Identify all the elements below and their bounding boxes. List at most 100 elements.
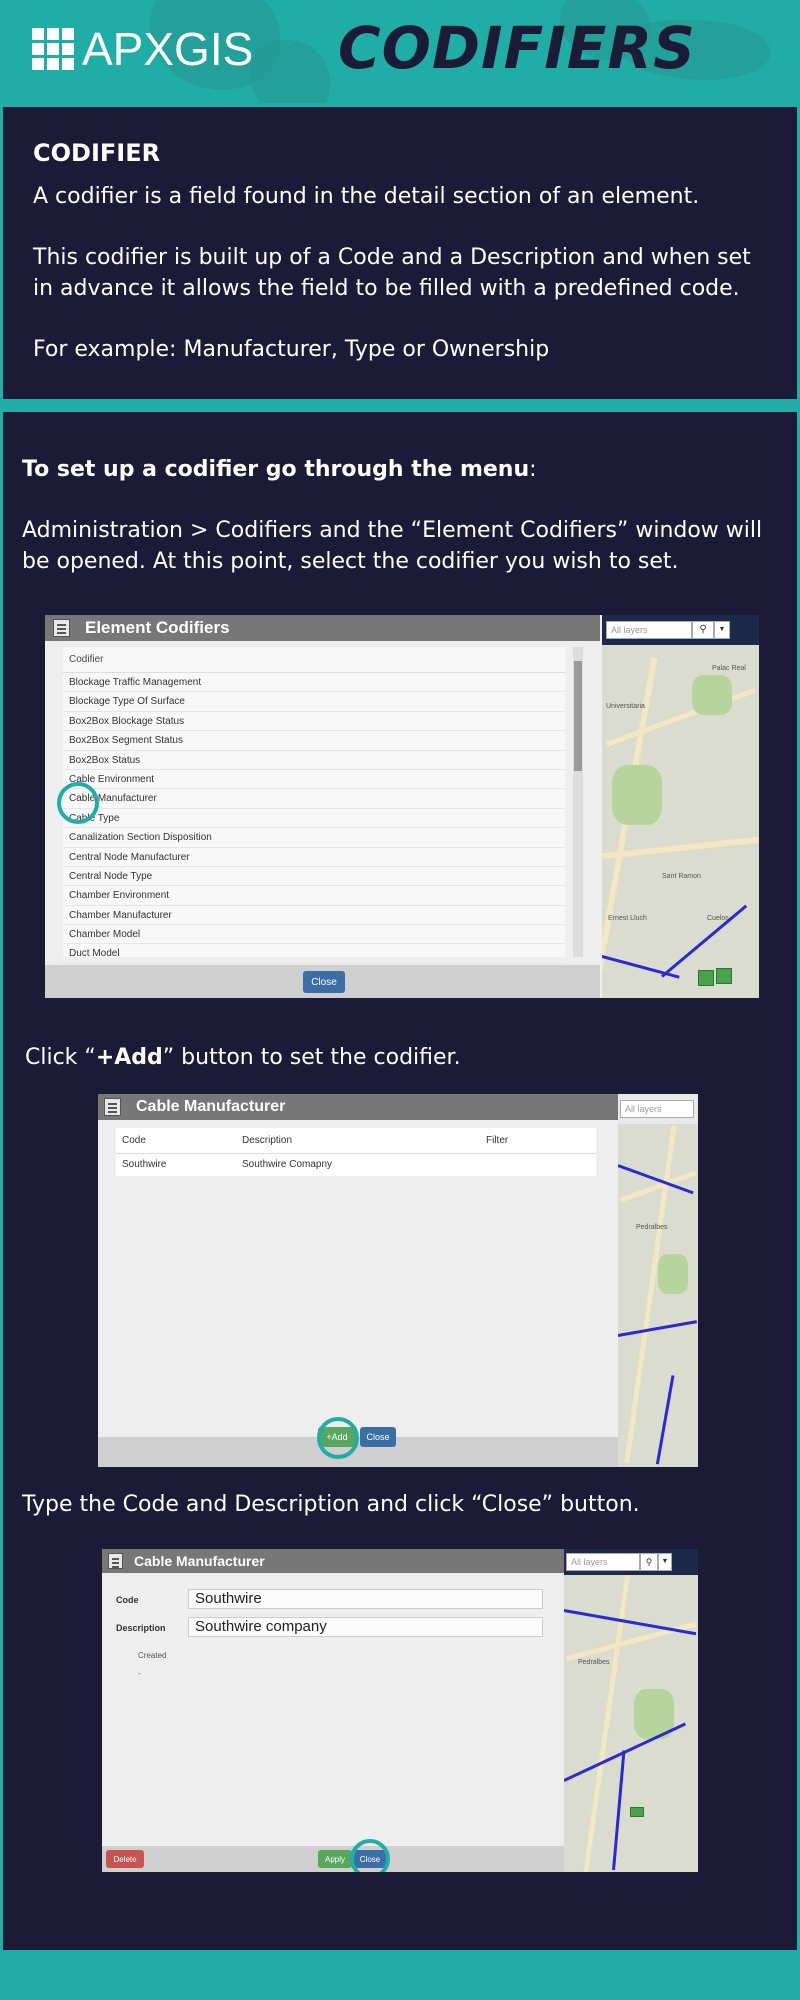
map-road — [605, 688, 756, 747]
network-line — [612, 1750, 626, 1871]
map-road — [565, 1621, 697, 1662]
map-label: Sant Ramon — [662, 873, 701, 880]
list-item[interactable]: Box2Box Blockage Status — [63, 712, 565, 732]
list-item[interactable]: Central Node Type — [63, 867, 565, 887]
map-park — [658, 1254, 688, 1294]
table-row[interactable]: Southwire Southwire Comapny — [116, 1154, 596, 1176]
map-view[interactable]: All layers ⚲ ▼ Pedralbes — [564, 1549, 698, 1872]
map-label: Universitaria — [606, 703, 645, 710]
map-park — [612, 765, 662, 825]
step1-heading: To set up a codifier go through the menu… — [22, 454, 537, 485]
intro-panel: CODIFIER A codifier is a field found in … — [3, 107, 797, 399]
intro-paragraph: For example: Manufacturer, Type or Owner… — [33, 337, 550, 362]
logo-grid-icon — [32, 28, 74, 70]
list-item[interactable]: Chamber Manufacturer — [63, 906, 565, 926]
close-button[interactable]: Close — [360, 1427, 396, 1447]
table-cell: Southwire Comapny — [242, 1159, 333, 1170]
map-road — [619, 1170, 697, 1203]
step1-text: Administration > Codifiers and the “Elem… — [22, 518, 763, 574]
list-item[interactable]: Central Node Manufacturer — [63, 848, 565, 867]
layer-search-input[interactable]: All layers — [606, 621, 692, 639]
map-cluster-icon[interactable] — [716, 968, 732, 984]
list-item[interactable]: Cable Environment — [63, 770, 565, 790]
step2-text: Click “+Add” button to set the codifier. — [25, 1042, 461, 1073]
search-icon[interactable]: ⚲ — [692, 621, 714, 639]
codifier-list: Codifier Blockage Traffic Management Bloc… — [63, 647, 565, 964]
apply-button[interactable]: Apply — [318, 1850, 352, 1868]
list-item[interactable]: Blockage Traffic Management — [63, 673, 565, 693]
layer-search-input[interactable]: All layers — [620, 1100, 694, 1118]
list-icon — [108, 1553, 123, 1569]
map-park — [692, 675, 732, 715]
map-view[interactable]: All layers ⚲ ▼ Universitaria Palac Real … — [602, 615, 759, 998]
step3-text: Type the Code and Description and click … — [22, 1492, 640, 1517]
map-cluster-icon[interactable] — [630, 1807, 644, 1817]
list-item[interactable]: Chamber Environment — [63, 886, 565, 906]
cable-manufacturer-list-screenshot: Cable Manufacturer Code Description Filt… — [98, 1094, 698, 1467]
list-item[interactable]: Blockage Type Of Surface — [63, 692, 565, 712]
map-label: Pedralbes — [636, 1224, 668, 1231]
chevron-down-icon[interactable]: ▼ — [714, 621, 730, 639]
highlight-circle — [317, 1417, 359, 1459]
footer-band — [0, 1952, 800, 2000]
header-banner: APXGIS CODIFIERS — [0, 0, 800, 103]
step1-bold: To set up a codifier go through the menu — [22, 457, 530, 482]
dialog-title: Cable Manufacturer — [98, 1094, 618, 1120]
description-label: Description — [116, 1623, 166, 1633]
steps-panel: To set up a codifier go through the menu… — [3, 412, 797, 1950]
highlight-circle — [57, 782, 99, 824]
list-scrollbar[interactable] — [573, 647, 583, 957]
apxgis-logo: APXGIS — [32, 22, 253, 76]
map-view[interactable]: All layers Pedralbes — [618, 1094, 698, 1467]
network-line — [564, 1609, 697, 1636]
map-label: Cuelos — [707, 915, 729, 922]
cable-manufacturer-form-screenshot: Cable Manufacturer Code Southwire Descri… — [102, 1549, 698, 1872]
column-header: Filter — [486, 1135, 509, 1146]
step1-colon: : — [529, 457, 537, 482]
scrollbar-thumb[interactable] — [574, 661, 582, 771]
network-line — [602, 955, 680, 979]
close-button[interactable]: Close — [303, 971, 345, 993]
list-item[interactable]: Box2Box Segment Status — [63, 731, 565, 751]
page-title: CODIFIERS — [338, 14, 696, 82]
search-icon[interactable]: ⚲ — [640, 1553, 658, 1571]
code-label: Code — [116, 1595, 139, 1605]
list-item[interactable]: Chamber Model — [63, 925, 565, 945]
list-item[interactable]: Duct Model — [63, 944, 565, 964]
map-label: Ernest Lluch — [608, 915, 647, 922]
created-value: - — [138, 1669, 141, 1678]
network-line — [661, 904, 748, 978]
table-header: Code Description Filter — [116, 1128, 596, 1154]
table-cell: Southwire — [122, 1159, 167, 1170]
list-item[interactable]: Cable Type — [63, 809, 565, 829]
list-item[interactable]: Box2Box Status — [63, 751, 565, 770]
map-cluster-icon[interactable] — [698, 970, 714, 986]
code-input[interactable]: Southwire — [188, 1589, 543, 1609]
dialog-title: Element Codifiers — [45, 615, 600, 641]
world-map-shape — [250, 40, 330, 103]
network-line — [618, 1320, 698, 1337]
description-input[interactable]: Southwire company — [188, 1617, 543, 1637]
list-header: Codifier — [63, 647, 565, 673]
step2-bold: +Add — [95, 1045, 163, 1070]
column-header: Code — [122, 1135, 146, 1146]
dialog-title: Cable Manufacturer — [102, 1549, 564, 1573]
codes-table: Code Description Filter Southwire Southw… — [116, 1128, 596, 1176]
map-label: Pedralbes — [578, 1659, 610, 1666]
intro-paragraph: This codifier is built up of a Code and … — [33, 245, 751, 301]
list-item[interactable]: Canalization Section Disposition — [63, 828, 565, 848]
network-line — [655, 1375, 675, 1465]
step2-post: ” button to set the codifier. — [162, 1045, 461, 1070]
step2-pre: Click “ — [25, 1045, 96, 1070]
intro-heading: CODIFIER — [33, 139, 161, 167]
element-codifiers-screenshot: Element Codifiers Codifier Blockage Traf… — [45, 615, 759, 998]
column-header: Description — [242, 1135, 293, 1146]
layer-search-input[interactable]: All layers — [566, 1553, 640, 1571]
list-item[interactable]: Cable Manufacturer — [63, 789, 565, 809]
highlight-circle — [350, 1839, 390, 1872]
delete-button[interactable]: Delete — [106, 1850, 144, 1868]
intro-paragraph: A codifier is a field found in the detai… — [33, 184, 700, 209]
map-label: Palac Real — [712, 665, 746, 672]
chevron-down-icon[interactable]: ▼ — [658, 1553, 672, 1571]
list-icon — [53, 619, 70, 637]
